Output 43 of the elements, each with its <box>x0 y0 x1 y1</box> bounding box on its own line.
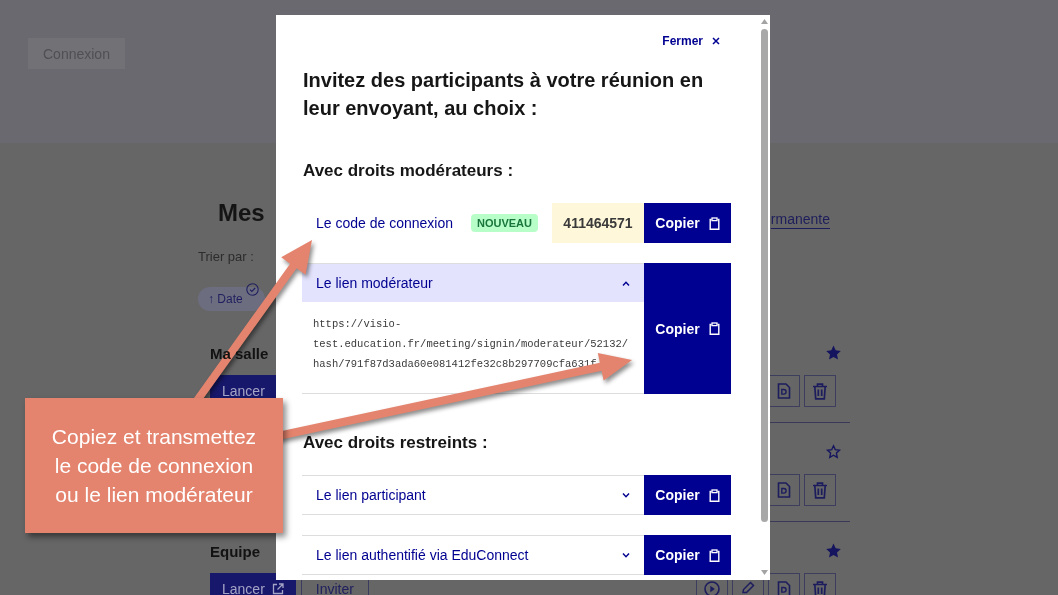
section-heading: Avec droits restreints : <box>303 432 489 454</box>
sort-label: Trier par : <box>198 248 254 266</box>
trash-icon <box>812 580 828 595</box>
section-heading: Avec droits modérateurs : <box>303 160 515 182</box>
accordion-header[interactable]: Le lien modérateur <box>302 264 644 302</box>
code-label: Le code de connexion <box>316 215 453 231</box>
file-icon <box>777 482 791 498</box>
status-badge: NOUVEAU <box>471 214 538 232</box>
clipboard-icon <box>708 216 720 230</box>
pencil-icon <box>740 581 756 595</box>
room-title: Equipe <box>210 542 260 560</box>
accordion-header[interactable]: Le lien participant <box>302 476 644 514</box>
annotation-callout: Copiez et transmettez le code de connexion ou le lien modérateur <box>25 398 283 533</box>
link-url: https://visio- test.education.fr/meeting/signin/moderateur/52132/ hash/791f87d3ada60e081412fe32c8b297709cfa631f <box>313 317 629 372</box>
meeting-code: 411464571 <box>552 203 644 243</box>
check-circle-icon <box>245 283 259 296</box>
clipboard-icon <box>708 488 720 502</box>
star-icon[interactable] <box>825 444 842 460</box>
page-title: Mes <box>218 199 265 227</box>
file-icon <box>777 383 791 399</box>
star-icon[interactable] <box>825 543 842 559</box>
chevron-up-icon <box>622 280 630 286</box>
triangle-up-icon <box>761 19 768 24</box>
clipboard-icon <box>708 322 720 335</box>
chevron-down-icon <box>622 492 630 498</box>
play-icon <box>704 581 720 595</box>
copy-button[interactable]: Copier <box>644 475 731 515</box>
star-icon[interactable] <box>825 345 842 361</box>
clipboard-icon <box>708 548 720 562</box>
trash-icon <box>812 481 828 499</box>
accordion-header[interactable]: Le lien authentifié via EduConnect <box>302 536 644 574</box>
close-icon <box>712 37 720 45</box>
trash-icon <box>812 382 828 400</box>
copy-button[interactable]: Copier <box>644 535 731 575</box>
triangle-down-icon <box>761 570 768 575</box>
file-icon <box>777 581 791 595</box>
scrollbar-thumb[interactable] <box>761 29 768 522</box>
copy-button[interactable]: Copier <box>644 203 731 243</box>
copy-button[interactable]: Copier <box>644 263 731 394</box>
modal-title: Invitez des participants à votre réunion en leur envoyant, au choix : <box>303 68 705 121</box>
close-button[interactable]: Fermer <box>662 31 720 51</box>
launch-button[interactable]: Lancer <box>210 573 296 595</box>
chevron-down-icon <box>622 552 630 558</box>
